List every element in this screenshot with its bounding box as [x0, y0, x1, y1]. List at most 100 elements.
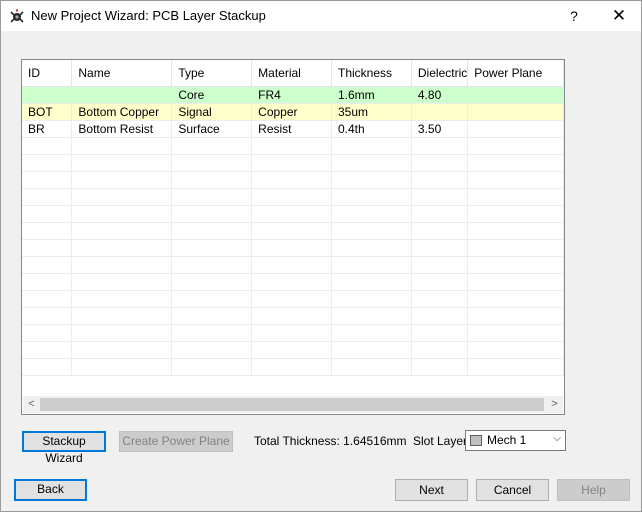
table-cell[interactable]	[467, 205, 564, 223]
help-button[interactable]: Help	[557, 479, 630, 501]
table-cell[interactable]	[331, 154, 412, 172]
table-cell[interactable]: Signal	[171, 103, 253, 121]
empty-row[interactable]	[22, 273, 564, 291]
table-cell[interactable]	[467, 120, 564, 138]
table-cell[interactable]	[331, 188, 412, 206]
table-cell[interactable]: 1.6mm	[331, 86, 412, 104]
table-cell[interactable]	[411, 273, 469, 291]
table-cell[interactable]	[467, 86, 564, 104]
table-cell[interactable]	[411, 205, 469, 223]
table-cell[interactable]	[331, 341, 412, 359]
table-cell[interactable]	[251, 239, 332, 257]
table-row[interactable]: BR Bottom Resist Surface Resist 0.4th 3.…	[22, 120, 564, 138]
table-cell[interactable]	[71, 205, 173, 223]
table-cell[interactable]	[467, 273, 564, 291]
column-header[interactable]: Thickness	[331, 60, 412, 87]
table-cell[interactable]: Surface	[171, 120, 253, 138]
table-cell[interactable]	[171, 324, 253, 342]
table-cell[interactable]	[331, 358, 412, 376]
table-cell[interactable]	[71, 86, 173, 104]
table-cell[interactable]	[411, 188, 469, 206]
table-cell[interactable]	[467, 154, 564, 172]
column-header[interactable]: Power Plane	[467, 60, 564, 87]
horizontal-scrollbar[interactable]: < >	[23, 396, 563, 413]
table-cell[interactable]: Core	[171, 86, 253, 104]
table-cell[interactable]	[71, 171, 173, 189]
table-cell[interactable]	[411, 171, 469, 189]
table-cell[interactable]	[171, 239, 253, 257]
table-cell[interactable]	[331, 307, 412, 325]
empty-row[interactable]	[22, 137, 564, 155]
table-cell[interactable]	[71, 324, 173, 342]
table-cell[interactable]	[71, 239, 173, 257]
table-cell[interactable]	[251, 341, 332, 359]
table-cell[interactable]	[171, 358, 253, 376]
empty-row[interactable]	[22, 222, 564, 240]
table-cell[interactable]	[71, 137, 173, 155]
table-cell[interactable]	[467, 341, 564, 359]
slot-layer-select[interactable]: Mech 1 ⌵	[465, 430, 566, 451]
table-cell[interactable]	[251, 171, 332, 189]
table-cell[interactable]	[22, 222, 73, 240]
empty-row[interactable]	[22, 154, 564, 172]
table-cell[interactable]: BOT	[22, 103, 73, 121]
table-cell[interactable]	[171, 290, 253, 308]
close-icon[interactable]: ✕	[597, 1, 641, 31]
table-cell[interactable]	[331, 324, 412, 342]
table-cell[interactable]	[171, 188, 253, 206]
table-cell[interactable]	[171, 154, 253, 172]
table-cell[interactable]	[22, 290, 73, 308]
table-cell[interactable]	[171, 341, 253, 359]
table-cell[interactable]	[71, 307, 173, 325]
table-cell[interactable]	[22, 86, 73, 104]
table-cell[interactable]	[22, 154, 73, 172]
table-row[interactable]: Core FR4 1.6mm 4.80	[22, 86, 564, 104]
chevron-down-icon[interactable]: ⌵	[553, 433, 561, 444]
table-cell[interactable]	[71, 154, 173, 172]
table-cell[interactable]	[71, 341, 173, 359]
help-icon[interactable]: ?	[557, 1, 591, 31]
table-cell[interactable]	[171, 205, 253, 223]
table-cell[interactable]	[251, 256, 332, 274]
table-cell[interactable]	[411, 256, 469, 274]
table-cell[interactable]: 0.4th	[331, 120, 412, 138]
table-cell[interactable]	[467, 358, 564, 376]
empty-row[interactable]	[22, 171, 564, 189]
table-cell[interactable]	[251, 273, 332, 291]
column-header[interactable]: Material	[251, 60, 332, 87]
table-cell[interactable]	[171, 256, 253, 274]
cancel-button[interactable]: Cancel	[476, 479, 549, 501]
table-row[interactable]: BOT Bottom Copper Signal Copper 35um	[22, 103, 564, 121]
table-cell[interactable]	[331, 171, 412, 189]
create-power-plane-button[interactable]: Create Power Plane	[119, 431, 233, 452]
table-cell[interactable]	[71, 188, 173, 206]
table-cell[interactable]	[331, 205, 412, 223]
table-cell[interactable]: Copper	[251, 103, 332, 121]
table-cell[interactable]	[467, 307, 564, 325]
empty-row[interactable]	[22, 290, 564, 308]
table-cell[interactable]	[411, 324, 469, 342]
empty-row[interactable]	[22, 307, 564, 325]
table-cell[interactable]	[411, 307, 469, 325]
table-cell[interactable]: 35um	[331, 103, 412, 121]
table-cell[interactable]	[467, 188, 564, 206]
table-cell[interactable]	[251, 324, 332, 342]
table-cell[interactable]	[171, 171, 253, 189]
table-cell[interactable]	[171, 273, 253, 291]
table-cell[interactable]	[467, 103, 564, 121]
table-cell[interactable]: Bottom Copper	[71, 103, 173, 121]
table-cell[interactable]	[331, 222, 412, 240]
table-cell[interactable]	[411, 341, 469, 359]
table-cell[interactable]	[411, 103, 469, 121]
table-cell[interactable]	[251, 307, 332, 325]
empty-row[interactable]	[22, 188, 564, 206]
table-cell[interactable]	[331, 137, 412, 155]
table-cell[interactable]	[22, 239, 73, 257]
table-cell[interactable]	[331, 273, 412, 291]
table-cell[interactable]	[22, 137, 73, 155]
table-cell[interactable]	[251, 137, 332, 155]
table-cell[interactable]	[411, 137, 469, 155]
table-cell[interactable]	[22, 256, 73, 274]
table-cell[interactable]	[71, 358, 173, 376]
table-cell[interactable]	[251, 290, 332, 308]
